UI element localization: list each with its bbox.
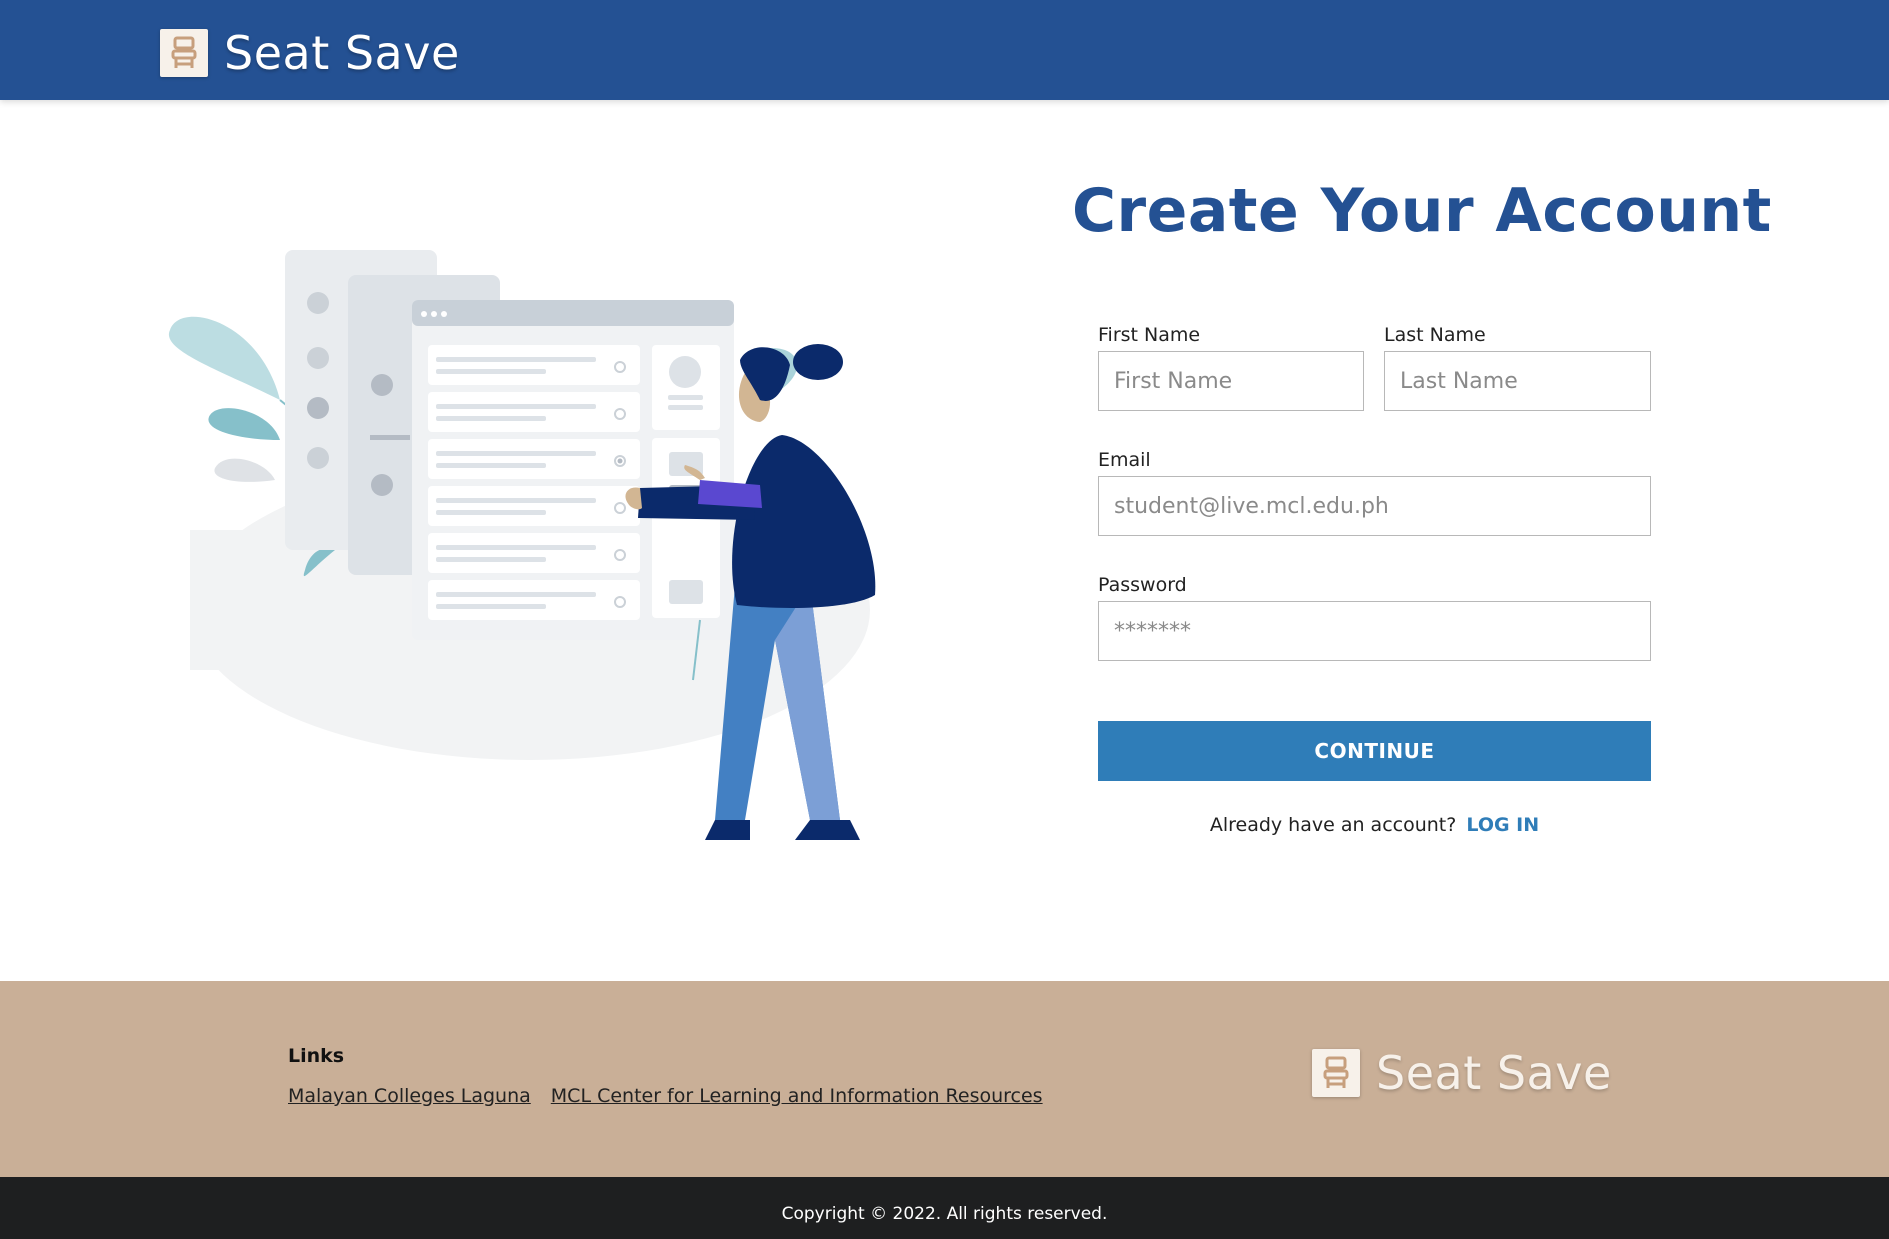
brand-home-link[interactable]: Seat Save xyxy=(160,26,460,80)
page-title: Create Your Account xyxy=(1072,176,1772,246)
footer-link-malayan-colleges[interactable]: Malayan Colleges Laguna xyxy=(288,1085,531,1107)
last-name-input[interactable] xyxy=(1384,351,1651,411)
first-name-input[interactable] xyxy=(1098,351,1364,411)
footer-brand: Seat Save xyxy=(1312,1046,1612,1100)
password-label: Password xyxy=(1098,574,1187,596)
login-prompt-text: Already have an account? xyxy=(1209,814,1457,836)
footer-links: Malayan Colleges Laguna MCL Center for L… xyxy=(288,1085,1043,1107)
copyright-text: Copyright © 2022. All rights reserved. xyxy=(781,1204,1108,1224)
first-name-label: First Name xyxy=(1098,324,1201,346)
password-input[interactable] xyxy=(1098,601,1651,661)
seat-icon xyxy=(160,29,208,77)
footer-brand-name: Seat Save xyxy=(1376,1046,1612,1100)
email-label: Email xyxy=(1098,449,1151,471)
signup-illustration xyxy=(160,240,920,870)
footer-links-title: Links xyxy=(288,1045,345,1067)
login-prompt-line: Already have an account? LOG IN xyxy=(1098,814,1651,836)
last-name-label: Last Name xyxy=(1384,324,1486,346)
login-link[interactable]: LOG IN xyxy=(1466,814,1539,836)
continue-button[interactable]: CONTINUE xyxy=(1098,721,1651,781)
seat-icon xyxy=(1312,1049,1360,1097)
brand-name: Seat Save xyxy=(224,26,460,80)
top-header: Seat Save xyxy=(0,0,1889,100)
email-input[interactable] xyxy=(1098,476,1651,536)
footer-link-mcl-center[interactable]: MCL Center for Learning and Information … xyxy=(551,1085,1043,1107)
